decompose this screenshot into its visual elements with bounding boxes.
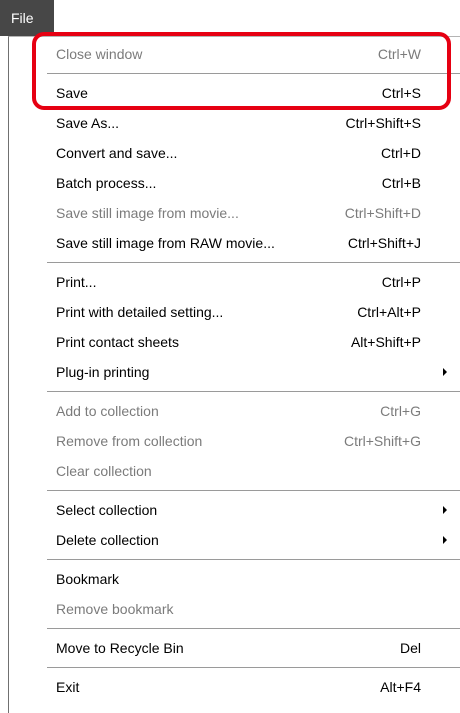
menu-item-batch-process[interactable]: Batch process... Ctrl+B bbox=[56, 169, 451, 197]
menu-item-shortcut: Ctrl+B bbox=[381, 175, 421, 191]
menu-separator bbox=[47, 73, 460, 74]
menu-separator bbox=[47, 262, 460, 263]
menu-item-bookmark[interactable]: Bookmark bbox=[56, 565, 451, 593]
submenu-arrow-icon bbox=[443, 368, 447, 376]
menu-item-label: Move to Recycle Bin bbox=[56, 640, 184, 656]
menu-separator bbox=[47, 559, 460, 560]
menu-item-label: Remove from collection bbox=[56, 433, 203, 449]
menu-item-label: Save still image from movie... bbox=[56, 205, 239, 221]
file-menu-dropdown: Close window Ctrl+W Save Ctrl+S Save As... Ct… bbox=[8, 36, 460, 713]
menu-item-shortcut: Ctrl+Shift+D bbox=[344, 205, 421, 221]
menu-item-shortcut: Ctrl+Shift+S bbox=[345, 115, 421, 131]
menu-item-shortcut: Alt+F4 bbox=[380, 679, 421, 695]
menu-item-shortcut: Ctrl+S bbox=[381, 85, 421, 101]
menu-item-label: Save bbox=[56, 85, 88, 101]
menu-item-select-collection[interactable]: Select collection bbox=[56, 496, 451, 524]
menu-item-label: Bookmark bbox=[56, 571, 120, 587]
menu-item-shortcut: Ctrl+Shift+J bbox=[347, 235, 421, 251]
menu-item-print-with-detailed-setting[interactable]: Print with detailed setting... Ctrl+Alt+P bbox=[56, 298, 451, 326]
menu-item-label: Save As... bbox=[56, 115, 120, 131]
menu-item-label: Exit bbox=[56, 679, 80, 695]
menu-item-shortcut: Ctrl+Alt+P bbox=[357, 304, 421, 320]
menu-item-shortcut: Ctrl+Shift+G bbox=[343, 433, 421, 449]
menu-item-print[interactable]: Print... Ctrl+P bbox=[56, 268, 451, 296]
menu-item-save[interactable]: Save Ctrl+S bbox=[56, 79, 451, 107]
menu-item-remove-bookmark: Remove bookmark bbox=[56, 595, 451, 623]
menu-item-convert-and-save[interactable]: Convert and save... Ctrl+D bbox=[56, 139, 451, 167]
file-menu-tab[interactable]: File bbox=[0, 0, 54, 36]
menu-item-shortcut: Alt+Shift+P bbox=[350, 334, 421, 350]
menu-item-shortcut: Ctrl+G bbox=[380, 403, 421, 419]
menu-item-label: Save still image from RAW movie... bbox=[56, 235, 275, 251]
menu-separator bbox=[47, 490, 460, 491]
menu-item-delete-collection[interactable]: Delete collection bbox=[56, 526, 451, 554]
menu-item-label: Delete collection bbox=[56, 532, 159, 548]
menu-item-save-still-image-from-movie: Save still image from movie... Ctrl+Shift… bbox=[56, 199, 451, 227]
menu-separator bbox=[47, 391, 460, 392]
menu-item-label: Select collection bbox=[56, 502, 158, 518]
menu-item-label: Print... bbox=[56, 274, 97, 290]
menu-item-shortcut: Del bbox=[399, 640, 421, 656]
menu-item-label: Convert and save... bbox=[56, 145, 178, 161]
menu-item-label: Close window bbox=[56, 46, 143, 62]
menu-item-label: Clear collection bbox=[56, 463, 152, 479]
menu-item-print-contact-sheets[interactable]: Print contact sheets Alt+Shift+P bbox=[56, 328, 451, 356]
menu-item-save-still-image-from-raw-movie[interactable]: Save still image from RAW movie... Ctrl+S… bbox=[56, 229, 451, 257]
menu-item-label: Plug-in printing bbox=[56, 364, 150, 380]
menu-item-shortcut: Ctrl+D bbox=[380, 145, 421, 161]
menu-separator bbox=[47, 667, 460, 668]
menu-item-remove-from-collection: Remove from collection Ctrl+Shift+G bbox=[56, 427, 451, 455]
menu-item-clear-collection: Clear collection bbox=[56, 457, 451, 485]
menu-item-plug-in-printing[interactable]: Plug-in printing bbox=[56, 358, 451, 386]
menu-item-move-to-recycle-bin[interactable]: Move to Recycle Bin Del bbox=[56, 634, 451, 662]
menu-item-label: Print with detailed setting... bbox=[56, 304, 224, 320]
menu-separator bbox=[47, 628, 460, 629]
submenu-arrow-icon bbox=[443, 506, 447, 514]
menu-item-exit[interactable]: Exit Alt+F4 bbox=[56, 673, 451, 701]
menu-item-label: Batch process... bbox=[56, 175, 157, 191]
menu-item-close-window: Close window Ctrl+W bbox=[56, 40, 451, 68]
menu-item-save-as[interactable]: Save As... Ctrl+Shift+S bbox=[56, 109, 451, 137]
menu-item-shortcut: Ctrl+W bbox=[377, 46, 421, 62]
menu-item-label: Print contact sheets bbox=[56, 334, 179, 350]
menu-item-label: Remove bookmark bbox=[56, 601, 174, 617]
menubar: File bbox=[0, 0, 460, 36]
submenu-arrow-icon bbox=[443, 536, 447, 544]
menu-item-shortcut: Ctrl+P bbox=[381, 274, 421, 290]
menu-item-label: Add to collection bbox=[56, 403, 159, 419]
menu-item-add-to-collection: Add to collection Ctrl+G bbox=[56, 397, 451, 425]
